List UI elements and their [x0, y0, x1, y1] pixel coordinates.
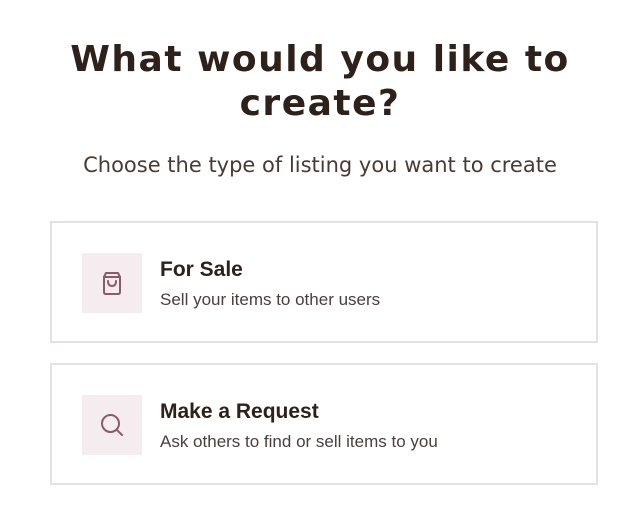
make-request-description: Ask others to find or sell items to you: [160, 432, 438, 451]
search-icon: [101, 414, 123, 436]
shopping-bag-icon: [103, 272, 121, 295]
for-sale-option-card[interactable]: For Sale Sell your items to other users: [50, 221, 598, 343]
for-sale-icon-box: [82, 253, 142, 313]
make-request-option-card[interactable]: Make a Request Ask others to find or sel…: [50, 363, 598, 485]
page-title: What would you like to create?: [70, 39, 570, 124]
for-sale-description: Sell your items to other users: [160, 290, 381, 309]
make-request-icon-box: [82, 395, 142, 455]
for-sale-title: For Sale: [160, 258, 243, 281]
make-request-title: Make a Request: [160, 400, 319, 423]
page-subtitle: Choose the type of listing you want to c…: [83, 153, 557, 177]
